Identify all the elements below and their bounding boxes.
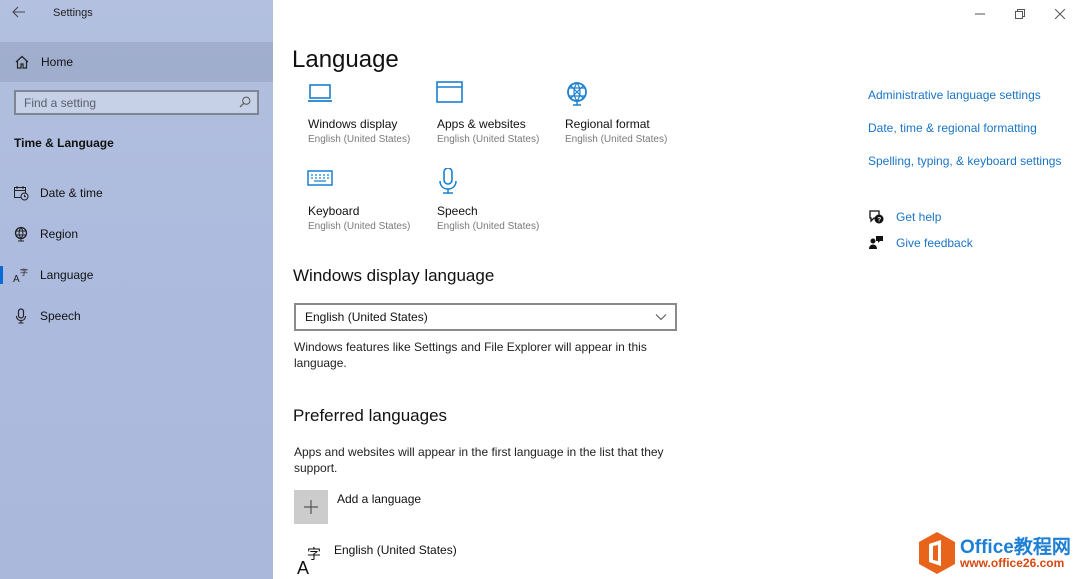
tile-value: English (United States) (437, 134, 540, 145)
give-feedback-label: Give feedback (896, 236, 973, 250)
sidebar-item-label: Region (40, 227, 79, 241)
help-chat-icon: ? (869, 210, 884, 224)
tile-value: English (United States) (565, 134, 668, 145)
calendar-clock-icon (14, 186, 29, 201)
sidebar-item-region[interactable]: Region (0, 216, 273, 252)
search-icon[interactable] (239, 96, 251, 108)
back-button[interactable] (12, 5, 30, 23)
tile-windows-display[interactable]: Windows display English (United States) (307, 81, 432, 151)
minimize-button[interactable] (960, 0, 1000, 28)
language-icon: A字 (13, 267, 28, 283)
sidebar-item-date-time[interactable]: Date & time (0, 175, 273, 211)
language-icon: A字 (297, 547, 321, 575)
tile-name: Speech (437, 204, 478, 218)
watermark: Office教程网 www.office26.com (913, 527, 1080, 579)
tile-apps-websites[interactable]: Apps & websites English (United States) (436, 81, 561, 151)
dropdown-value: English (United States) (305, 310, 428, 324)
tile-keyboard[interactable]: Keyboard English (United States) (307, 168, 432, 238)
preferred-languages-heading: Preferred languages (293, 406, 448, 425)
sidebar-item-label: Speech (40, 309, 81, 323)
tile-regional-format[interactable]: Regional format English (United States) (564, 81, 689, 151)
display-language-dropdown[interactable]: English (United States) (294, 303, 677, 331)
restore-icon (1015, 9, 1025, 19)
tile-value: English (United States) (308, 134, 411, 145)
admin-language-settings-link[interactable]: Administrative language settings (868, 88, 1041, 102)
svg-text:字: 字 (20, 267, 28, 277)
page-title: Language (292, 46, 399, 73)
home-icon (15, 55, 29, 69)
close-button[interactable] (1040, 0, 1080, 28)
search-box[interactable] (14, 90, 259, 115)
spelling-typing-keyboard-link[interactable]: Spelling, typing, & keyboard settings (868, 154, 1061, 168)
window-controls (960, 0, 1080, 28)
minimize-icon (975, 13, 985, 15)
search-input[interactable] (16, 92, 231, 113)
watermark-title: Office教程网 (960, 537, 1071, 558)
sidebar-item-language[interactable]: A字 Language (0, 257, 273, 293)
microphone-icon (439, 168, 457, 194)
get-help-label: Get help (896, 210, 942, 224)
laptop-icon (308, 84, 332, 102)
tile-value: English (United States) (437, 221, 540, 232)
svg-text:?: ? (877, 217, 881, 224)
office-logo-icon (919, 532, 955, 574)
date-time-regional-link[interactable]: Date, time & regional formatting (868, 121, 1037, 135)
sidebar: Settings Home Time & Language Date & tim… (0, 0, 273, 579)
back-arrow-icon (12, 6, 25, 18)
sidebar-section-title: Time & Language (14, 136, 114, 150)
tile-name: Apps & websites (437, 117, 526, 131)
window-icon (436, 81, 463, 103)
add-language-label[interactable]: Add a language (337, 492, 421, 506)
language-list-item[interactable]: English (United States) (334, 543, 457, 557)
globe-icon (567, 82, 587, 106)
sidebar-item-home[interactable]: Home (0, 42, 273, 82)
tile-name: Keyboard (308, 204, 360, 218)
tile-speech[interactable]: Speech English (United States) (436, 168, 561, 238)
close-icon (1055, 9, 1065, 19)
selected-indicator (0, 266, 3, 284)
plus-icon (304, 500, 318, 514)
keyboard-icon (307, 170, 333, 186)
add-language-button[interactable] (294, 490, 328, 524)
sidebar-item-label: Language (40, 268, 94, 282)
watermark-url: www.office26.com (960, 556, 1065, 570)
app-title: Settings (53, 7, 93, 19)
title-bar: Settings (0, 0, 273, 30)
globe-icon (14, 226, 28, 242)
chevron-down-icon (655, 314, 667, 321)
microphone-icon (15, 308, 27, 324)
sidebar-item-speech[interactable]: Speech (0, 298, 273, 334)
sidebar-item-label: Home (41, 55, 74, 69)
svg-text:字: 字 (307, 547, 321, 563)
display-language-heading: Windows display language (293, 266, 495, 285)
main-content: Language Windows display English (United… (273, 0, 1080, 579)
feedback-icon (869, 236, 883, 249)
tile-value: English (United States) (308, 221, 411, 232)
restore-button[interactable] (1000, 0, 1040, 28)
tile-name: Regional format (565, 117, 650, 131)
svg-text:A: A (13, 274, 20, 283)
preferred-languages-description: Apps and websites will appear in the fir… (294, 445, 664, 475)
display-language-description: Windows features like Settings and File … (294, 340, 647, 370)
tile-name: Windows display (308, 117, 398, 131)
sidebar-item-label: Date & time (40, 186, 103, 200)
